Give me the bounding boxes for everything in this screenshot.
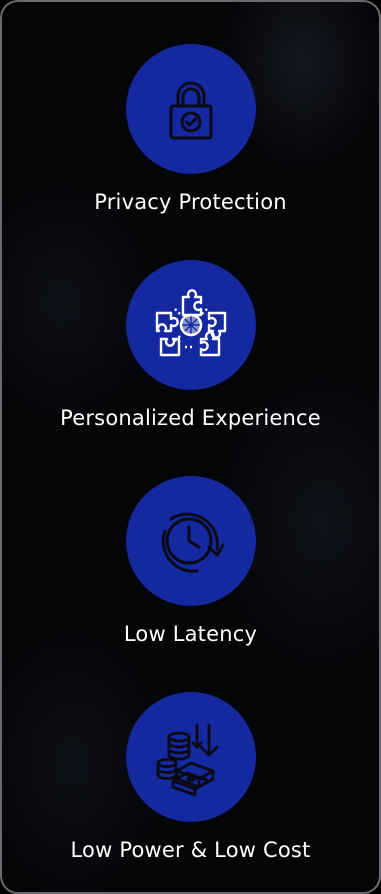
feature-label: Low Power & Low Cost: [70, 838, 311, 862]
coins-down-arrow-icon: [156, 723, 218, 797]
padlock-check-icon: [169, 81, 212, 140]
feature-label: Personalized Experience: [60, 406, 321, 430]
puzzle-network-icon: [155, 289, 226, 357]
feature-label: Low Latency: [123, 622, 258, 646]
feature-low-power-low-cost: Low Power & Low Cost: [2, 692, 379, 862]
clock-refresh-icon: [161, 512, 224, 573]
feature-privacy-protection: Privacy Protection: [2, 44, 379, 214]
feature-low-latency: Low Latency: [2, 476, 379, 646]
feature-icon-circle: [125, 692, 256, 822]
feature-icon-circle: [125, 476, 256, 606]
feature-icon-circle: [125, 44, 256, 174]
features-panel: Privacy Protection Personalized Experien…: [0, 0, 381, 894]
feature-icon-circle: [125, 260, 256, 390]
feature-label: Privacy Protection: [94, 190, 287, 214]
feature-personalized-experience: Personalized Experience: [2, 260, 379, 430]
